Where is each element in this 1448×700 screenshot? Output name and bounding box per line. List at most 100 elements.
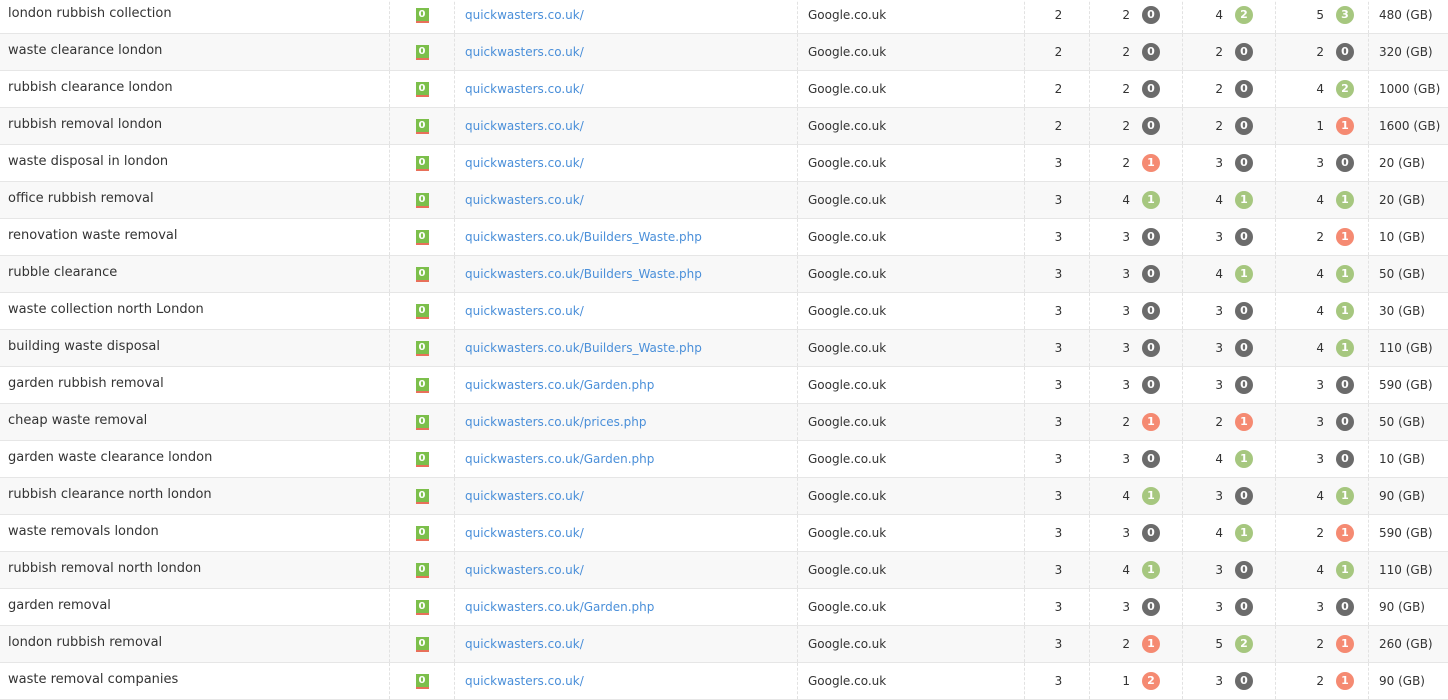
url-link[interactable]: quickwasters.co.uk/Garden.php <box>455 367 798 403</box>
search-engine: Google.co.uk <box>798 367 1025 403</box>
search-volume: 110 (GB) <box>1379 341 1433 355</box>
search-engine: Google.co.uk <box>798 108 1025 144</box>
c2-value: 3 <box>1122 526 1130 540</box>
url-link[interactable]: quickwasters.co.uk/Garden.php <box>455 589 798 625</box>
c3-change-badge: 0 <box>1235 487 1253 505</box>
url-link[interactable]: quickwasters.co.uk/Builders_Waste.php <box>455 256 798 292</box>
search-engine: Google.co.uk <box>798 330 1025 366</box>
c2-change-badge: 0 <box>1142 339 1160 357</box>
index-status-badge: 0 <box>415 229 429 245</box>
c4-value: 3 <box>1316 452 1324 466</box>
c2-value: 2 <box>1122 45 1130 59</box>
c4-value: 5 <box>1316 8 1324 22</box>
search-engine: Google.co.uk <box>798 478 1025 514</box>
index-status-badge: 0 <box>415 155 429 171</box>
status-cell: 0 <box>390 478 455 514</box>
c4-value: 4 <box>1316 563 1324 577</box>
c1-value: 2 <box>1025 71 1090 107</box>
c3-value: 4 <box>1215 267 1223 281</box>
url-link[interactable]: quickwasters.co.uk/ <box>455 34 798 70</box>
index-status-badge: 0 <box>415 44 429 60</box>
keyword: renovation waste removal <box>0 219 390 255</box>
url-link[interactable]: quickwasters.co.uk/ <box>455 71 798 107</box>
index-status-badge: 0 <box>415 525 429 541</box>
status-cell: 0 <box>390 663 455 699</box>
search-engine: Google.co.uk <box>798 626 1025 662</box>
table-row: waste removals london 0 quickwasters.co.… <box>0 515 1448 552</box>
c2-change-badge: 0 <box>1142 43 1160 61</box>
search-volume: 50 (GB) <box>1379 267 1425 281</box>
c2-cell: 21 <box>1090 145 1183 181</box>
c2-cell: 30 <box>1090 330 1183 366</box>
c4-value: 2 <box>1316 45 1324 59</box>
url-link[interactable]: quickwasters.co.uk/Garden.php <box>455 441 798 477</box>
c3-value: 3 <box>1215 563 1223 577</box>
url-link[interactable]: quickwasters.co.uk/Builders_Waste.php <box>455 219 798 255</box>
search-volume: 320 (GB) <box>1379 45 1433 59</box>
c3-change-badge: 0 <box>1235 80 1253 98</box>
table-row: office rubbish removal 0 quickwasters.co… <box>0 182 1448 219</box>
c2-value: 3 <box>1122 600 1130 614</box>
url-link[interactable]: quickwasters.co.uk/ <box>455 663 798 699</box>
c3-cell: 41 <box>1183 441 1276 477</box>
c3-value: 5 <box>1215 637 1223 651</box>
c3-change-badge: 0 <box>1235 339 1253 357</box>
c4-cell: 20 <box>1276 34 1369 70</box>
c2-value: 3 <box>1122 452 1130 466</box>
c2-cell: 41 <box>1090 182 1183 218</box>
url-link[interactable]: quickwasters.co.uk/ <box>455 478 798 514</box>
url-link[interactable]: quickwasters.co.uk/ <box>455 145 798 181</box>
c2-change-badge: 1 <box>1142 191 1160 209</box>
c3-cell: 30 <box>1183 478 1276 514</box>
c2-cell: 30 <box>1090 256 1183 292</box>
keyword-table: london rubbish collection 0 quickwasters… <box>0 0 1448 700</box>
index-status-badge: 0 <box>415 488 429 504</box>
c2-cell: 30 <box>1090 515 1183 551</box>
status-cell: 0 <box>390 34 455 70</box>
url-link[interactable]: quickwasters.co.uk/Builders_Waste.php <box>455 330 798 366</box>
table-row: rubbish clearance north london 0 quickwa… <box>0 478 1448 515</box>
url-link[interactable]: quickwasters.co.uk/ <box>455 626 798 662</box>
url-link[interactable]: quickwasters.co.uk/ <box>455 515 798 551</box>
search-engine: Google.co.uk <box>798 663 1025 699</box>
search-engine: Google.co.uk <box>798 256 1025 292</box>
search-engine: Google.co.uk <box>798 0 1025 33</box>
c2-value: 1 <box>1122 674 1130 688</box>
search-volume: 50 (GB) <box>1379 415 1425 429</box>
c1-value: 3 <box>1025 219 1090 255</box>
c3-value: 3 <box>1215 600 1223 614</box>
keyword: building waste disposal <box>0 330 390 366</box>
search-volume: 590 (GB) <box>1379 378 1433 392</box>
index-status-badge: 0 <box>415 303 429 319</box>
c4-value: 4 <box>1316 82 1324 96</box>
url-link[interactable]: quickwasters.co.uk/ <box>455 108 798 144</box>
c3-value: 3 <box>1215 674 1223 688</box>
url-link[interactable]: quickwasters.co.uk/ <box>455 293 798 329</box>
c2-change-badge: 0 <box>1142 450 1160 468</box>
c2-cell: 21 <box>1090 626 1183 662</box>
url-link[interactable]: quickwasters.co.uk/ <box>455 0 798 33</box>
url-link[interactable]: quickwasters.co.uk/ <box>455 182 798 218</box>
c4-change-badge: 3 <box>1336 6 1354 24</box>
c1-value: 2 <box>1025 108 1090 144</box>
keyword: garden removal <box>0 589 390 625</box>
c4-value: 3 <box>1316 415 1324 429</box>
url-link[interactable]: quickwasters.co.uk/prices.php <box>455 404 798 440</box>
c4-change-badge: 0 <box>1336 598 1354 616</box>
c3-cell: 30 <box>1183 367 1276 403</box>
c1-value: 3 <box>1025 663 1090 699</box>
c1-value: 3 <box>1025 441 1090 477</box>
c1-value: 3 <box>1025 589 1090 625</box>
c2-change-badge: 2 <box>1142 672 1160 690</box>
search-engine: Google.co.uk <box>798 219 1025 255</box>
keyword: garden waste clearance london <box>0 441 390 477</box>
c3-cell: 42 <box>1183 0 1276 33</box>
keyword: office rubbish removal <box>0 182 390 218</box>
c4-change-badge: 1 <box>1336 635 1354 653</box>
keyword: london rubbish collection <box>0 0 390 33</box>
c1-value: 3 <box>1025 256 1090 292</box>
url-link[interactable]: quickwasters.co.uk/ <box>455 552 798 588</box>
keyword: cheap waste removal <box>0 404 390 440</box>
c3-change-badge: 1 <box>1235 413 1253 431</box>
status-cell: 0 <box>390 0 455 33</box>
